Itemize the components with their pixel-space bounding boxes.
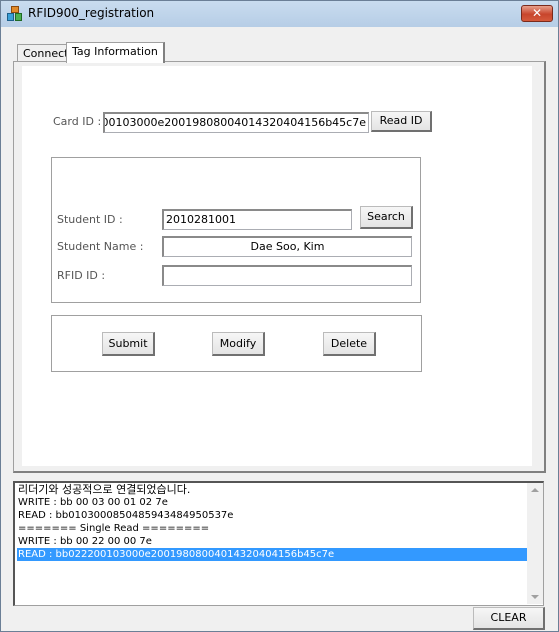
student-name-input[interactable]: Dae Soo, Kim: [162, 236, 412, 257]
window-title: RFID900_registration: [28, 6, 155, 20]
title-bar: RFID900_registration ✕: [1, 1, 558, 27]
log-line[interactable]: 리더기와 성공적으로 연결되었습니다.: [17, 483, 528, 496]
rfid-id-input[interactable]: [162, 265, 412, 286]
panel-content: Card ID : bb022200103000e200198080040143…: [22, 66, 532, 466]
log-listbox[interactable]: 리더기와 성공적으로 연결되었습니다. WRITE : bb 00 03 00 …: [13, 481, 544, 606]
student-name-label: Student Name :: [57, 240, 144, 253]
log-line[interactable]: READ : bb0103000850485943484950537e: [17, 509, 528, 522]
log-line[interactable]: WRITE : bb 00 03 00 01 02 7e: [17, 496, 528, 509]
card-id-input[interactable]: bb022200103000e20019808004014320404156b4…: [103, 112, 369, 133]
tab-tag-information[interactable]: Tag Information: [66, 42, 165, 63]
scroll-up-arrow-icon[interactable]: [531, 488, 539, 492]
log-scrollbar[interactable]: [527, 483, 543, 604]
close-icon: ✕: [531, 6, 543, 20]
tag-information-panel: Card ID : bb022200103000e200198080040143…: [13, 61, 546, 473]
rfid-id-label: RFID ID :: [57, 269, 106, 282]
student-info-group: Student ID : 2010281001 Search Student N…: [51, 157, 421, 303]
card-id-label: Card ID :: [53, 115, 102, 128]
bottom-bar: [13, 607, 546, 631]
close-button[interactable]: ✕: [521, 5, 553, 22]
scroll-down-arrow-icon[interactable]: [531, 595, 539, 599]
log-line-selected[interactable]: READ : bb022200103000e200198080040143204…: [17, 548, 528, 561]
search-button[interactable]: Search: [360, 206, 413, 229]
action-group: Submit Modify Delete: [51, 315, 422, 372]
log-line[interactable]: ======= Single Read ========: [17, 522, 528, 535]
clear-button[interactable]: CLEAR: [473, 607, 545, 630]
student-id-input[interactable]: 2010281001: [162, 209, 352, 230]
submit-button[interactable]: Submit: [102, 332, 155, 356]
modify-button[interactable]: Modify: [212, 332, 265, 356]
app-window: RFID900_registration ✕ Connect Tag Infor…: [0, 0, 559, 632]
student-id-label: Student ID :: [57, 213, 123, 226]
delete-button[interactable]: Delete: [323, 332, 376, 356]
log-line[interactable]: WRITE : bb 00 22 00 00 7e: [17, 535, 528, 548]
app-icon: [7, 6, 23, 22]
read-id-button[interactable]: Read ID: [371, 111, 432, 132]
